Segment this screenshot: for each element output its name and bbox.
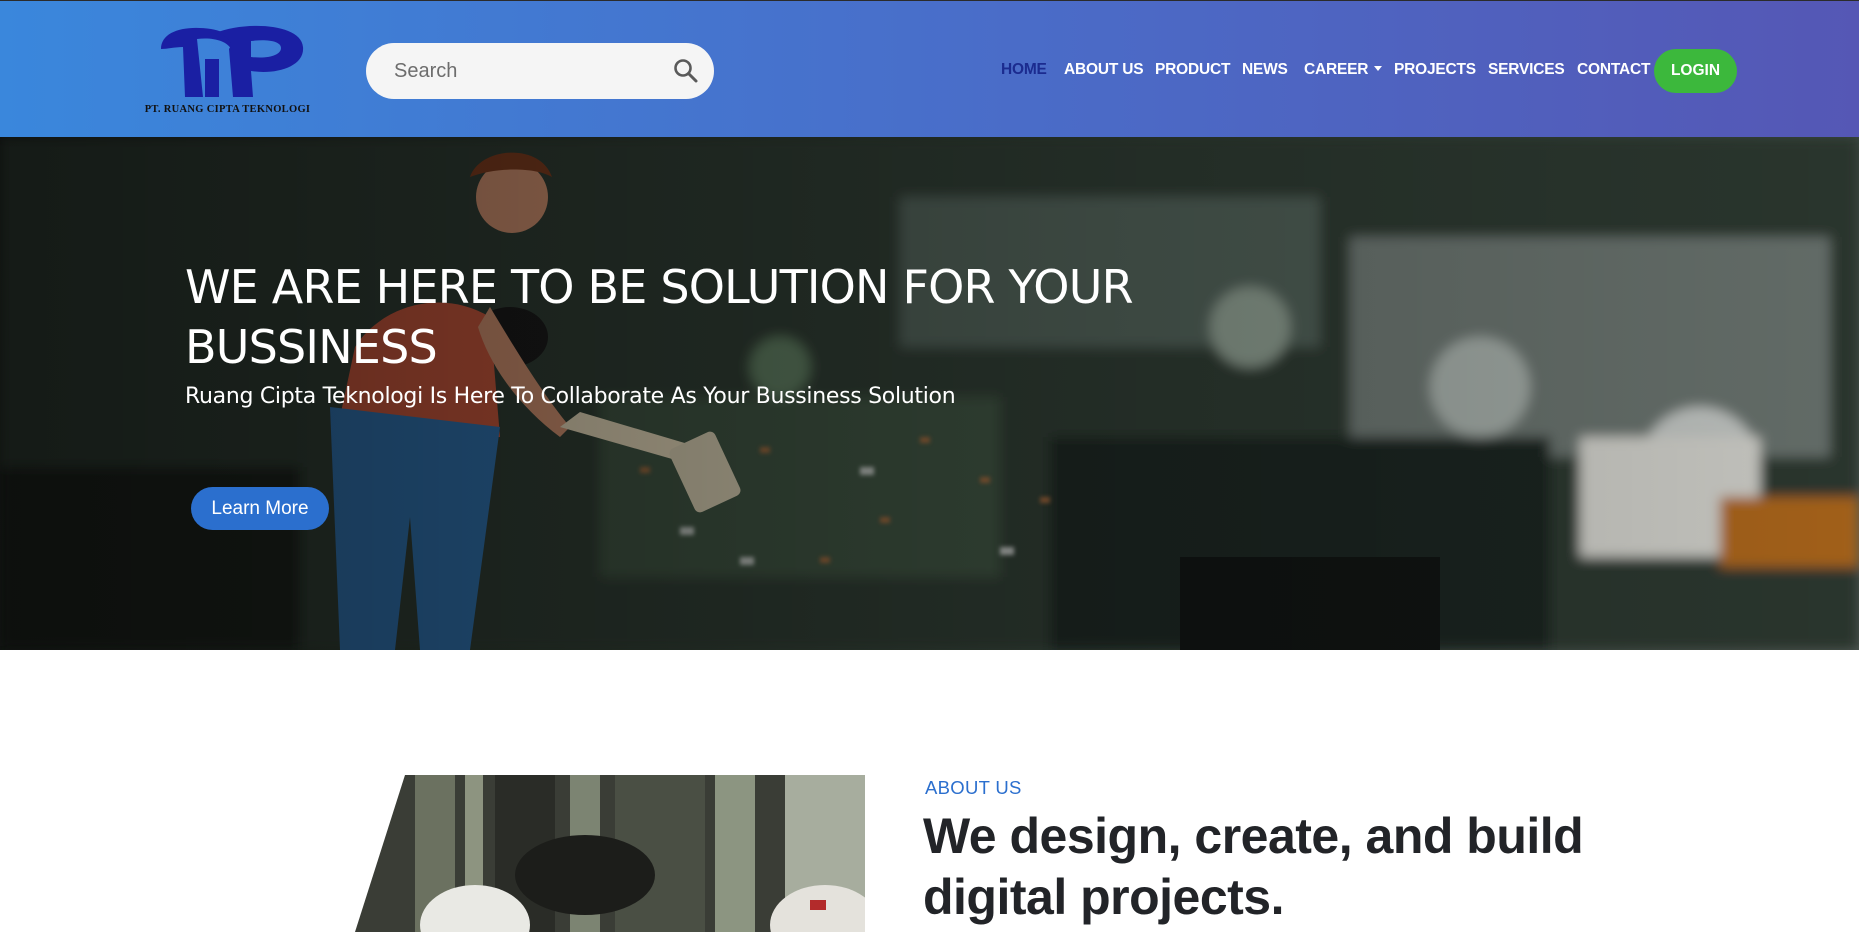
logo-text: PT. RUANG CIPTA TEKNOLOGI (144, 104, 311, 115)
nav-home[interactable]: HOME (1001, 61, 1047, 79)
logo-mark-icon (161, 25, 304, 98)
about-image (355, 775, 865, 932)
login-button[interactable]: LOGIN (1654, 49, 1737, 93)
caret-down-icon (1374, 66, 1383, 71)
search-icon[interactable] (672, 57, 700, 85)
about-section-title: We design, create, and build digital pro… (923, 808, 1584, 925)
nav-news[interactable]: NEWS (1242, 61, 1288, 79)
nav-projects[interactable]: PROJECTS (1394, 61, 1476, 79)
nav-career[interactable]: CAREER (1304, 61, 1383, 79)
nav-services[interactable]: SERVICES (1488, 61, 1565, 79)
company-logo[interactable]: PT. RUANG CIPTA TEKNOLOGI (140, 19, 315, 121)
site-header: PT. RUANG CIPTA TEKNOLOGI HOME ABOUT US … (0, 0, 1859, 137)
hero-subtitle: Ruang Cipta Teknologi Is Here To Collabo… (185, 384, 956, 409)
nav-product[interactable]: PRODUCT (1155, 61, 1230, 79)
hero-banner: WE ARE HERE TO BE SOLUTION FOR YOUR BUSS… (0, 137, 1859, 650)
about-section-label: ABOUT US (925, 777, 1022, 798)
learn-more-button[interactable]: Learn More (191, 487, 329, 530)
search-bar (366, 43, 714, 99)
nav-contact[interactable]: CONTACT (1577, 61, 1650, 79)
nav-career-label: CAREER (1304, 61, 1369, 78)
nav-about-us[interactable]: ABOUT US (1064, 61, 1144, 79)
hero-title: WE ARE HERE TO BE SOLUTION FOR YOUR BUSS… (185, 260, 1134, 374)
search-input[interactable] (394, 43, 654, 99)
